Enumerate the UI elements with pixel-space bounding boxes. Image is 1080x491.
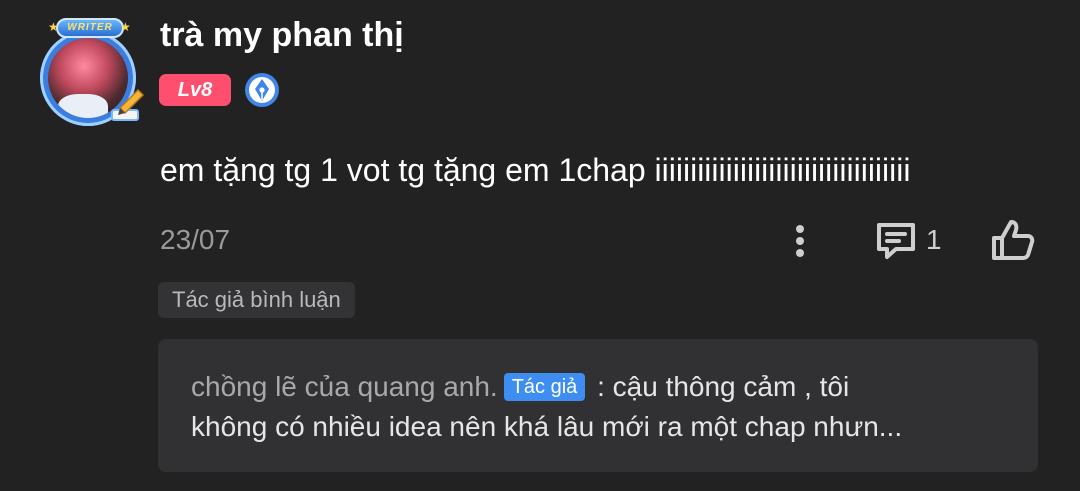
reply-preview[interactable]: chồng lẽ của quang anh. Tác giả : cậu thô… [158, 339, 1038, 472]
reply-count: 1 [926, 224, 942, 255]
reply-text-continued: không có nhiều idea nên khá lâu mới ra m… [191, 411, 903, 442]
more-vertical-icon[interactable] [786, 220, 814, 260]
username[interactable]: trà my phan thị [160, 16, 404, 55]
avatar[interactable]: WRITER ★ ★ [34, 18, 146, 128]
reply-preview-line: chồng lẽ của quang anh. Tác giả : cậu thô… [191, 371, 849, 403]
thumbs-up-icon[interactable] [990, 218, 1036, 262]
reply-text: cậu thông cảm , tôi [612, 371, 850, 402]
author-badge: Tác giả [503, 373, 586, 401]
author-commented-tag: Tác giả bình luận [158, 282, 355, 318]
reply-author[interactable]: chồng lẽ của quang anh. [191, 371, 498, 402]
comment-icon[interactable] [874, 220, 918, 260]
reply-separator: : [597, 371, 605, 402]
star-icon: ★ [48, 20, 59, 34]
star-icon: ★ [120, 20, 131, 34]
level-badge: Lv8 [159, 74, 231, 106]
comment-item: WRITER ★ ★ trà my phan thị Lv8 em tặng t… [0, 0, 1080, 491]
pen-nib-badge-icon [245, 73, 279, 107]
comment-meta: 23/07 1 [0, 216, 1080, 266]
pen-icon [111, 88, 145, 121]
comment-date: 23/07 [160, 224, 231, 255]
comment-text: em tặng tg 1 vot tg tặng em 1chap iiiiii… [160, 152, 911, 188]
writer-ribbon: WRITER [56, 18, 124, 38]
